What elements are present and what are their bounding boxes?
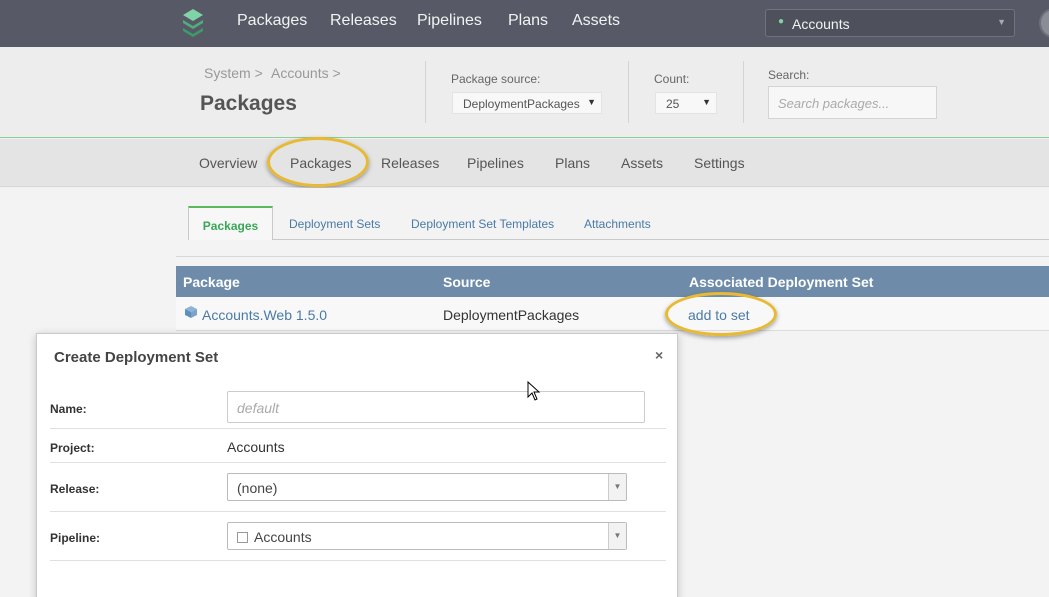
tab-attachments[interactable]: Attachments	[584, 217, 651, 231]
tab-packages[interactable]: Packages	[188, 206, 273, 240]
caret-down-icon[interactable]: ▼	[608, 474, 626, 500]
subnav-pipelines[interactable]: Pipelines	[467, 155, 524, 171]
count-value: 25	[666, 97, 680, 111]
tabs-divider	[188, 239, 1049, 240]
header-divider	[743, 61, 744, 123]
release-select[interactable]: (none) ▼	[227, 473, 627, 501]
column-header-deployment-set[interactable]: Associated Deployment Set	[689, 274, 873, 290]
caret-down-icon: ▼	[587, 97, 596, 107]
column-header-package[interactable]: Package	[183, 274, 240, 290]
caret-down-icon[interactable]: ▼	[608, 523, 626, 549]
subnav-settings[interactable]: Settings	[694, 155, 745, 171]
project-selector[interactable]: ● Accounts ▼	[765, 9, 1015, 37]
name-input[interactable]: default	[227, 391, 645, 423]
topnav-assets[interactable]: Assets	[572, 12, 620, 30]
package-source-cell: DeploymentPackages	[443, 307, 580, 323]
project-subnav: Overview Packages Releases Pipelines Pla…	[0, 139, 1049, 187]
topnav-pipelines[interactable]: Pipelines	[417, 12, 482, 30]
search-input[interactable]: Search packages...	[768, 86, 937, 119]
pipeline-label: Pipeline:	[50, 531, 101, 545]
project-dot-icon: ●	[778, 16, 785, 27]
project-value: Accounts	[227, 439, 285, 455]
topnav-plans[interactable]: Plans	[508, 12, 548, 30]
highlight-ring-packages	[267, 137, 369, 187]
project-selector-value: Accounts	[792, 16, 850, 32]
close-icon[interactable]: ×	[655, 347, 663, 363]
name-row: Name: default	[50, 389, 666, 429]
section-divider	[176, 256, 1049, 257]
header-divider	[425, 61, 426, 123]
header-divider	[628, 61, 629, 123]
breadcrumb-system[interactable]: System >	[204, 65, 263, 81]
breadcrumb-accounts[interactable]: Accounts >	[271, 65, 341, 81]
topnav-releases[interactable]: Releases	[330, 12, 397, 30]
top-navbar: Packages Releases Pipelines Plans Assets…	[0, 0, 1049, 47]
create-deployment-set-dialog: Create Deployment Set × Name: default Pr…	[36, 333, 678, 597]
name-label: Name:	[50, 402, 87, 416]
checkbox-icon[interactable]	[237, 532, 248, 543]
subnav-overview[interactable]: Overview	[199, 155, 257, 171]
release-label: Release:	[50, 482, 100, 496]
layers-logo-icon[interactable]	[181, 9, 205, 37]
pipeline-select[interactable]: Accounts ▼	[227, 522, 627, 550]
page-title: Packages	[200, 92, 297, 115]
user-avatar[interactable]	[1039, 8, 1049, 38]
caret-down-icon: ▼	[702, 97, 711, 107]
tab-deployment-sets[interactable]: Deployment Sets	[289, 217, 380, 231]
table-row: Accounts.Web 1.5.0 DeploymentPackages ad…	[176, 297, 1049, 331]
subnav-assets[interactable]: Assets	[621, 155, 663, 171]
subnav-plans[interactable]: Plans	[555, 155, 590, 171]
release-select-value: (none)	[237, 480, 278, 496]
count-select[interactable]: 25 ▼	[655, 92, 717, 114]
highlight-ring-add-to-set	[665, 292, 777, 336]
package-name-link[interactable]: Accounts.Web 1.5.0	[202, 307, 327, 323]
topnav-packages[interactable]: Packages	[237, 12, 307, 30]
project-label: Project:	[50, 441, 95, 455]
package-source-value: DeploymentPackages	[463, 97, 580, 111]
column-header-source[interactable]: Source	[443, 274, 490, 290]
table-header: Package Source Associated Deployment Set	[176, 266, 1049, 297]
pipeline-select-value: Accounts	[254, 529, 312, 545]
package-cube-icon	[185, 306, 197, 318]
tab-deployment-set-templates[interactable]: Deployment Set Templates	[411, 217, 554, 231]
dialog-title: Create Deployment Set	[54, 349, 219, 366]
pipeline-row: Pipeline: Accounts ▼	[50, 512, 666, 561]
count-label: Count:	[654, 72, 690, 86]
project-row: Project: Accounts	[50, 429, 666, 463]
package-source-select[interactable]: DeploymentPackages ▼	[452, 92, 602, 114]
package-source-label: Package source:	[451, 72, 541, 86]
mouse-pointer-icon	[527, 381, 541, 401]
release-row: Release: (none) ▼	[50, 463, 666, 512]
subnav-releases[interactable]: Releases	[381, 155, 439, 171]
caret-down-icon: ▼	[997, 17, 1006, 27]
search-label: Search:	[768, 68, 810, 82]
